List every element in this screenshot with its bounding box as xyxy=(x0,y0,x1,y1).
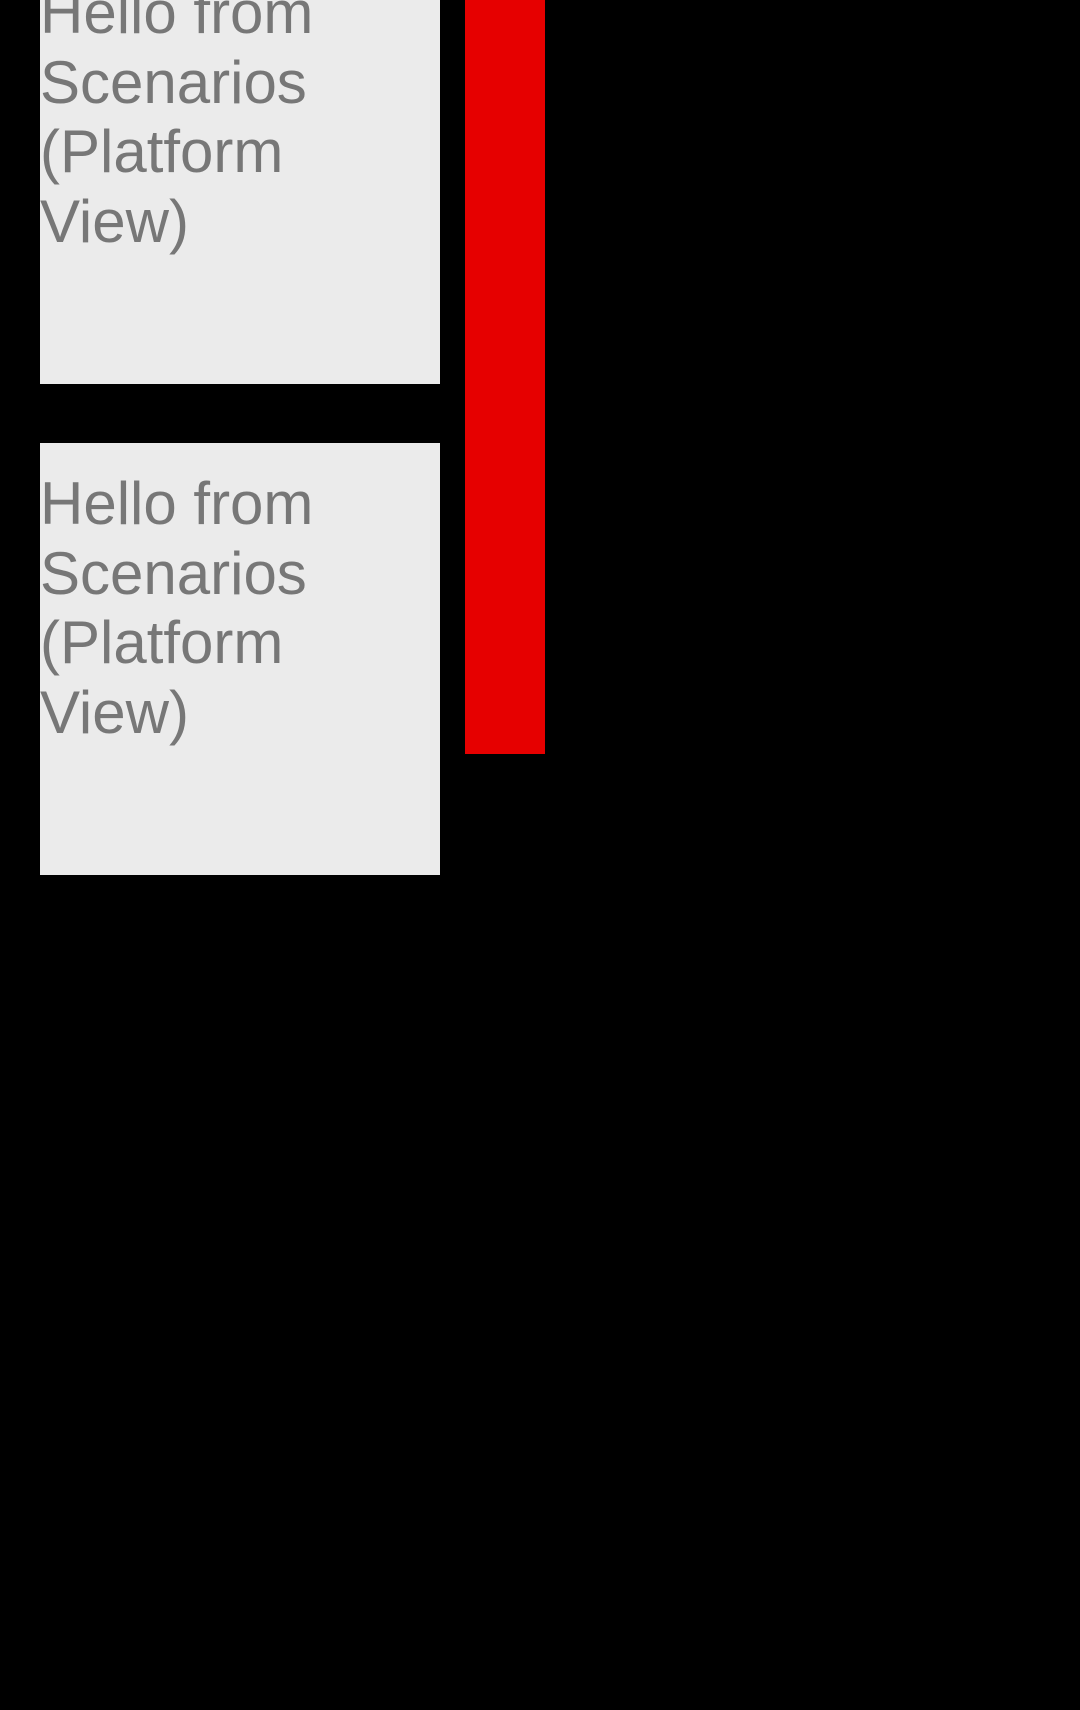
accent-bar xyxy=(465,0,545,754)
platform-view-card: Hello from Scenarios (Platform View) xyxy=(40,0,440,384)
platform-view-card: Hello from Scenarios (Platform View) xyxy=(40,443,440,875)
platform-view-label: Hello from Scenarios (Platform View) xyxy=(40,0,440,256)
platform-view-label: Hello from Scenarios (Platform View) xyxy=(40,443,440,747)
